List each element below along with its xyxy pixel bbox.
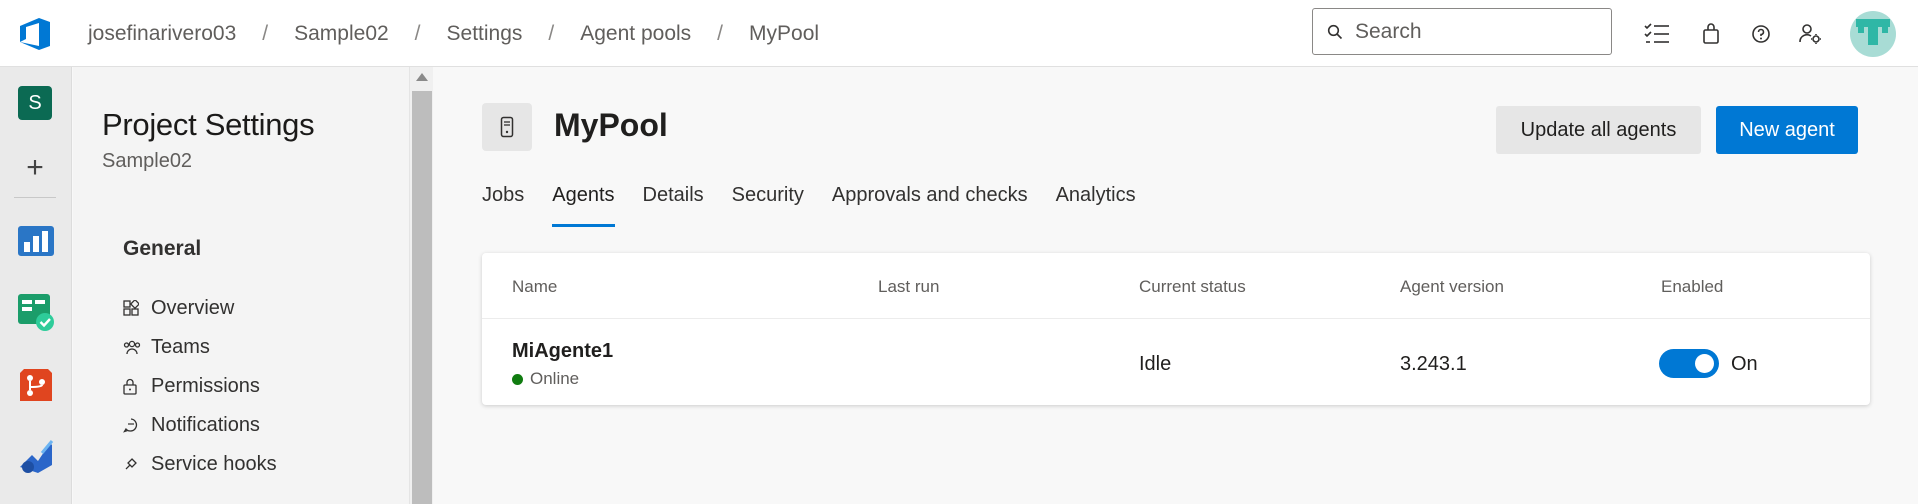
column-header-current-status[interactable]: Current status — [1139, 277, 1246, 297]
search-icon — [1327, 24, 1343, 39]
settings-item-notifications[interactable]: Notifications — [123, 410, 260, 440]
tab-agents[interactable]: Agents — [552, 177, 615, 227]
agent-pool-page: MyPool Update all agents New agent Jobs … — [434, 67, 1918, 504]
scroll-up-arrow-icon[interactable] — [416, 73, 428, 81]
agent-pool-icon — [482, 103, 532, 151]
enabled-toggle-label: On — [1731, 353, 1758, 375]
settings-item-label: Overview — [151, 296, 235, 319]
overview-icon — [123, 300, 147, 316]
column-header-name[interactable]: Name — [512, 277, 557, 297]
chat-icon — [123, 417, 147, 433]
breadcrumb-pool[interactable]: MyPool — [749, 22, 819, 46]
settings-item-label: Notifications — [151, 413, 260, 436]
help-icon[interactable] — [1747, 20, 1775, 48]
left-navigation-rail: S + — [0, 67, 72, 504]
sidebar-scrollbar[interactable] — [409, 67, 433, 504]
settings-item-teams[interactable]: Teams — [123, 332, 210, 362]
tab-approvals-and-checks[interactable]: Approvals and checks — [832, 177, 1028, 227]
search-input[interactable] — [1355, 19, 1575, 44]
settings-group-general: General — [123, 237, 202, 260]
new-agent-button[interactable]: New agent — [1716, 106, 1858, 154]
shopping-bag-icon[interactable] — [1697, 20, 1725, 48]
avatar[interactable] — [1850, 11, 1896, 57]
settings-item-label: Permissions — [151, 374, 260, 397]
breadcrumb-separator: / — [262, 21, 269, 45]
repos-app-icon[interactable] — [16, 365, 56, 405]
table-header: Name Last run Current status Agent versi… — [482, 253, 1870, 319]
breadcrumb-separator: / — [414, 21, 421, 45]
azure-devops-logo-icon[interactable] — [17, 15, 55, 53]
breadcrumb-settings[interactable]: Settings — [447, 22, 523, 46]
search-box[interactable] — [1312, 8, 1612, 55]
tab-security[interactable]: Security — [732, 177, 804, 227]
tab-details[interactable]: Details — [643, 177, 704, 227]
online-status-dot-icon — [512, 373, 523, 385]
breadcrumb-agent-pools[interactable]: Agent pools — [580, 22, 691, 46]
agent-name[interactable]: MiAgente1 — [512, 340, 613, 363]
agents-table: Name Last run Current status Agent versi… — [482, 253, 1870, 405]
settings-item-label: Teams — [151, 335, 210, 358]
breadcrumb-project[interactable]: Sample02 — [294, 22, 389, 46]
column-header-agent-version[interactable]: Agent version — [1400, 277, 1504, 297]
lock-icon — [123, 378, 147, 395]
toggle-knob — [1695, 354, 1714, 373]
tab-jobs[interactable]: Jobs — [482, 177, 524, 227]
breadcrumb-separator: / — [548, 21, 555, 45]
agent-online-status: Online — [512, 369, 579, 389]
settings-title: Project Settings — [102, 107, 315, 142]
boards-app-icon[interactable] — [16, 292, 56, 332]
agent-current-status: Idle — [1139, 353, 1172, 375]
settings-project-name: Sample02 — [102, 150, 193, 172]
settings-item-permissions[interactable]: Permissions — [123, 371, 260, 401]
plug-icon — [123, 456, 147, 472]
project-badge[interactable]: S — [18, 86, 52, 120]
pipelines-app-icon[interactable] — [16, 437, 56, 477]
page-title: MyPool — [554, 107, 668, 143]
breadcrumb-organization[interactable]: josefinarivero03 — [88, 22, 236, 46]
scrollbar-thumb[interactable] — [412, 91, 432, 504]
pool-tabs: Jobs Agents Details Security Approvals a… — [482, 177, 1164, 227]
column-header-enabled[interactable]: Enabled — [1661, 277, 1723, 297]
project-settings-sidebar: Project Settings Sample02 General Overvi… — [73, 67, 409, 504]
breadcrumb: josefinarivero03 / Sample02 / Settings /… — [88, 0, 819, 67]
overview-app-icon[interactable] — [16, 220, 56, 260]
settings-item-service-hooks[interactable]: Service hooks — [123, 449, 277, 479]
teams-icon — [123, 339, 147, 355]
breadcrumb-separator: / — [717, 21, 724, 45]
task-list-icon[interactable] — [1643, 20, 1671, 48]
online-status-label: Online — [530, 369, 580, 388]
update-all-agents-button[interactable]: Update all agents — [1496, 106, 1701, 154]
agent-version: 3.243.1 — [1400, 353, 1467, 375]
user-settings-icon[interactable] — [1797, 20, 1825, 48]
column-header-last-run[interactable]: Last run — [878, 277, 939, 297]
settings-item-label: Service hooks — [151, 452, 277, 475]
settings-item-overview[interactable]: Overview — [123, 293, 234, 323]
tab-analytics[interactable]: Analytics — [1056, 177, 1136, 227]
enabled-toggle[interactable] — [1659, 349, 1719, 378]
rail-divider — [14, 197, 56, 198]
top-bar: josefinarivero03 / Sample02 / Settings /… — [0, 0, 1918, 67]
add-icon[interactable]: + — [20, 153, 50, 183]
